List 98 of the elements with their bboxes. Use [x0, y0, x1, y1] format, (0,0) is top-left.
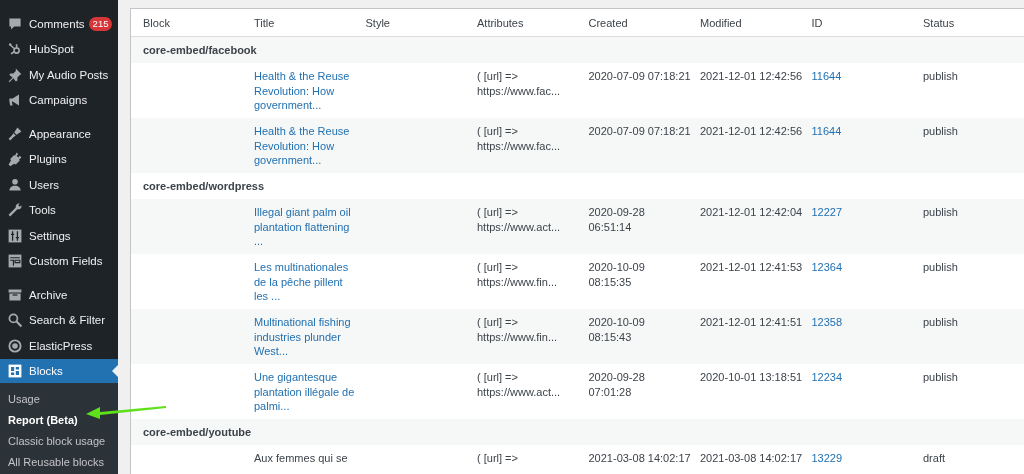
menu-label: Appearance [29, 127, 92, 140]
title-link[interactable]: Une gigantesque plantation illégale de palmi... [254, 370, 355, 414]
table-cell: ( [url] => https://www.fin... [477, 315, 558, 344]
id-link[interactable]: 12358 [811, 316, 843, 328]
table-cell: ( [url] => https://www.fac... [477, 124, 561, 153]
table-cell: ( [url] => https://www.act... [477, 205, 561, 234]
menu-label: Settings [29, 229, 71, 242]
title-link[interactable]: Les multinationales de la pêche pillent les ... [254, 260, 349, 304]
sidebar-item[interactable]: Appearance [0, 121, 118, 147]
column-header: Block [142, 16, 171, 29]
sidebar-item[interactable]: Custom Fields [0, 248, 118, 274]
table-cell: ( [url] => https://www.fin... [477, 260, 558, 289]
group-heading: core-embed/facebook [143, 44, 257, 56]
title-link[interactable]: Health & the Reuse Revolution: How government... [254, 124, 350, 168]
blocks-icon [7, 362, 23, 379]
sidebar-item[interactable]: Archive [0, 282, 118, 308]
column-header: Status [922, 16, 956, 29]
column-header: Modified [699, 16, 743, 29]
table-cell: 2021-12-01 12:42:56 [700, 69, 803, 84]
id-link[interactable]: 12364 [811, 261, 843, 273]
column-header: Title [253, 16, 276, 29]
table-cell: draft [923, 451, 945, 466]
column-header: Style [364, 16, 391, 29]
table-cell: ( [url] => https://www.act... [477, 370, 561, 399]
submenu-link[interactable]: Report (Beta) [0, 409, 118, 431]
paintbrush-icon [7, 125, 23, 142]
sidebar-item[interactable]: Settings [0, 223, 118, 249]
title-link[interactable]: Health & the Reuse Revolution: How government... [254, 69, 350, 113]
menu-label: Plugins [29, 153, 67, 166]
table-cell: publish [923, 205, 958, 220]
submenu-link[interactable]: Usage [0, 388, 118, 410]
sidebar-item[interactable]: Search & Filter [0, 307, 118, 333]
table-cell: 2020-10-09 08:15:35 [588, 260, 645, 289]
menu-label: ElasticPress [29, 339, 93, 352]
layout-grid-icon [7, 253, 23, 270]
column-header: ID [810, 16, 824, 29]
id-link[interactable]: 11644 [811, 125, 842, 137]
count-badge: 215 [88, 16, 113, 31]
wrench-icon [7, 202, 23, 219]
ring-icon [7, 337, 23, 354]
menu-label: Users [29, 178, 60, 191]
title-link[interactable]: Illegal giant palm oil plantation flattening ... [254, 205, 351, 249]
menu-label: Campaigns [29, 94, 88, 107]
id-link[interactable]: 12227 [811, 206, 843, 218]
table-cell: 2020-10-01 13:18:51 [700, 370, 803, 385]
table-cell: publish [923, 315, 958, 330]
table-cell: ( [url] => [477, 451, 518, 466]
table-cell: 2021-12-01 12:41:53 [700, 260, 803, 275]
table-cell: 2021-03-08 14:02:17 [588, 451, 691, 466]
table-cell: publish [923, 124, 958, 139]
table-cell: 2020-09-28 06:51:14 [588, 205, 645, 234]
table-cell: 2021-12-01 12:41:51 [700, 315, 803, 330]
table-cell: publish [923, 260, 958, 275]
group-heading: core-embed/youtube [143, 426, 252, 438]
table-cell: 2021-12-01 12:42:04 [700, 205, 803, 220]
id-link[interactable]: 13229 [811, 452, 843, 464]
sidebar-item[interactable]: Users [0, 172, 118, 198]
menu-label: Archive [29, 288, 68, 301]
sidebar-item[interactable]: ElasticPress [0, 333, 118, 359]
table-cell: publish [923, 370, 958, 385]
menu-label: Custom Fields [29, 255, 103, 268]
table-cell: 2020-09-28 07:01:28 [588, 370, 645, 399]
title-link[interactable]: Multinational fishing industries plunder West... [254, 315, 351, 359]
sidebar-item[interactable]: Campaigns [0, 87, 118, 113]
sliders-icon [7, 227, 23, 244]
id-link[interactable]: 11644 [811, 70, 842, 82]
pushpin-icon [7, 66, 23, 83]
group-heading: core-embed/wordpress [143, 180, 265, 192]
sidebar-item[interactable]: Blocks [0, 358, 118, 383]
table-cell: ( [url] => https://www.fac... [477, 69, 561, 98]
table-cell: 2020-10-09 08:15:43 [588, 315, 645, 344]
table-cell: 2021-12-01 12:42:56 [700, 124, 803, 139]
table-cell: 2020-07-09 07:18:21 [588, 69, 691, 84]
menu-label: My Audio Posts [29, 68, 109, 81]
submenu-link[interactable]: All Reusable blocks [0, 451, 118, 473]
menu-label: Tools [29, 204, 56, 217]
plug-icon [7, 151, 23, 168]
table-cell: publish [923, 69, 958, 84]
column-header: Attributes [476, 16, 525, 29]
archive-box-icon [7, 286, 23, 303]
column-header: Created [587, 16, 629, 29]
sidebar-item[interactable]: Plugins [0, 146, 118, 172]
table-cell: Aux femmes qui se [254, 451, 348, 466]
sidebar-item[interactable]: Comments 215 [0, 11, 118, 37]
sidebar-item[interactable]: My Audio Posts [0, 62, 118, 88]
user-icon [7, 176, 23, 193]
menu-label: Search & Filter [29, 314, 106, 327]
table-cell: 2020-07-09 07:18:21 [588, 124, 691, 139]
search-icon [7, 312, 23, 329]
menu-label: Comments [29, 17, 85, 30]
menu-label: Blocks [29, 364, 63, 377]
menu-label: HubSpot [29, 43, 74, 56]
table-cell: 2021-03-08 14:02:17 [700, 451, 803, 466]
id-link[interactable]: 12234 [811, 371, 843, 383]
submenu-link[interactable]: Classic block usage [0, 430, 118, 452]
comment-icon [7, 15, 23, 32]
sidebar-item[interactable]: Tools [0, 197, 118, 223]
sidebar-item[interactable]: HubSpot [0, 36, 118, 62]
